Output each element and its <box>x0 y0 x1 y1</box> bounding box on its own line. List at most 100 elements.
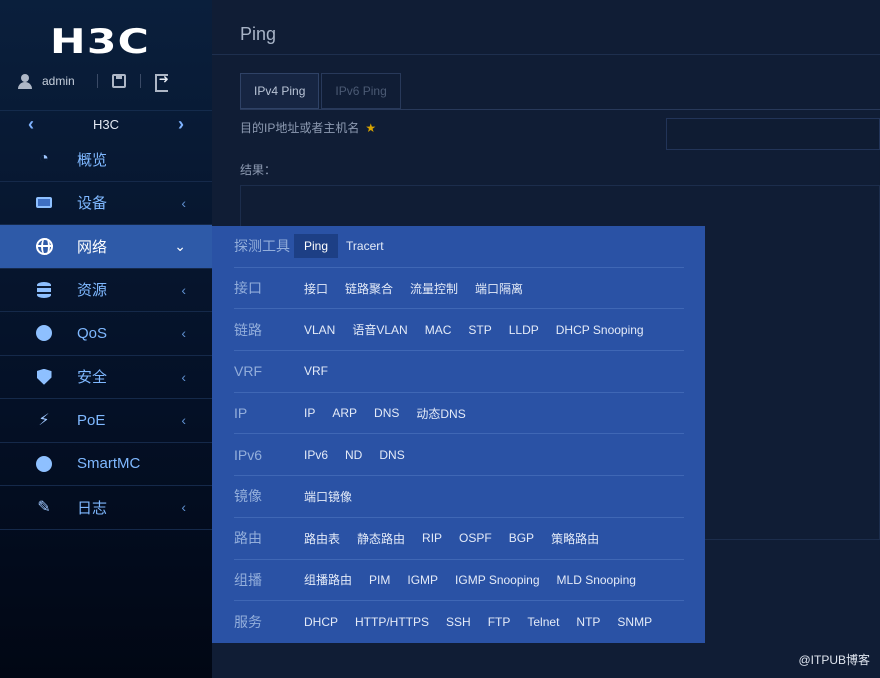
flyout-item[interactable]: IGMP <box>407 573 438 587</box>
sidebar-item-label: SmartMC <box>77 455 141 473</box>
sidebar-item-resource[interactable]: 资源 ‹ <box>0 269 212 312</box>
user-icon <box>18 74 32 89</box>
flyout-category: 组播 <box>234 571 262 588</box>
chevron-right-icon[interactable]: › <box>178 114 184 135</box>
flyout-item[interactable]: HTTP/HTTPS <box>355 615 429 629</box>
flyout-item[interactable]: BGP <box>509 531 534 545</box>
logout-icon[interactable] <box>154 72 169 92</box>
chevron-left-icon[interactable]: ‹ <box>28 114 34 135</box>
tab-ipv6-ping[interactable]: IPv6 Ping <box>321 73 401 109</box>
chevron-left-icon: ‹ <box>181 325 186 342</box>
flyout-item[interactable]: IGMP Snooping <box>455 573 540 587</box>
sidebar-item-label: 安全 <box>77 369 108 387</box>
flyout-item[interactable]: MLD Snooping <box>557 573 636 587</box>
flyout-item-ping[interactable]: Ping <box>294 234 339 259</box>
flyout-row-probe: 探测工具 Ping Tracert <box>234 226 684 268</box>
flyout-item[interactable]: VLAN <box>304 323 335 337</box>
flyout-item[interactable]: DNS <box>374 406 399 420</box>
sidebar-item-network[interactable]: 网络 ⌄ <box>0 225 212 269</box>
flyout-row-vrf: VRF VRF <box>234 351 684 393</box>
flyout-item[interactable]: IPv6 <box>304 448 328 462</box>
flyout-item[interactable]: 端口隔离 <box>475 280 523 297</box>
sidebar-item-smartmc[interactable]: SmartMC <box>0 443 212 486</box>
flyout-item[interactable]: 流量控制 <box>410 280 458 297</box>
required-star-icon: ★ <box>365 121 377 135</box>
flyout-category: VRF <box>234 363 262 380</box>
divider <box>96 74 98 88</box>
flyout-item[interactable]: ARP <box>332 406 357 420</box>
flyout-item[interactable]: DHCP <box>304 615 338 629</box>
flyout-item[interactable]: STP <box>468 323 491 337</box>
sidebar-item-qos[interactable]: QoS ‹ <box>0 312 212 356</box>
flyout-category: 接口 <box>234 280 262 297</box>
sidebar-item-label: 网络 <box>77 238 108 256</box>
sidebar-item-label: QoS <box>77 324 108 342</box>
flyout-item[interactable]: RIP <box>422 531 442 545</box>
device-icon <box>34 193 54 213</box>
sidebar-item-label: 设备 <box>77 195 108 213</box>
tab-ipv4-ping[interactable]: IPv4 Ping <box>240 73 320 109</box>
flyout-item[interactable]: 端口镜像 <box>304 488 352 505</box>
network-flyout-menu: 探测工具 Ping Tracert 接口 接口 链路聚合 流量控制 端口隔离 链… <box>212 226 705 643</box>
flyout-item[interactable]: 静态路由 <box>357 530 405 547</box>
flyout-item[interactable]: DNS <box>379 448 404 462</box>
flyout-item[interactable]: Telnet <box>527 615 559 629</box>
flyout-item[interactable]: VRF <box>304 364 328 378</box>
device-name: H3C <box>92 117 119 132</box>
flyout-item[interactable]: LLDP <box>509 323 539 337</box>
flyout-item[interactable]: 动态DNS <box>416 405 465 422</box>
destination-label: 目的IP地址或者主机名 ★ <box>240 119 376 136</box>
flyout-row-link: 链路 VLAN 语音VLAN MAC STP LLDP DHCP Snoopin… <box>234 309 684 352</box>
device-switcher: ‹ H3C › <box>0 110 212 138</box>
flyout-item[interactable]: NTP <box>576 615 600 629</box>
flyout-item[interactable]: 接口 <box>304 280 328 297</box>
flyout-item[interactable]: ND <box>345 448 362 462</box>
flyout-item[interactable]: SSH <box>446 615 471 629</box>
sidebar-item-security[interactable]: 安全 ‹ <box>0 356 212 399</box>
destination-input[interactable] <box>666 118 880 150</box>
flyout-row-mirror: 镜像 端口镜像 <box>234 476 684 518</box>
sidebar-item-label: 日志 <box>77 499 108 517</box>
flyout-item[interactable]: SNMP <box>617 615 652 629</box>
destination-label-text: 目的IP地址或者主机名 <box>240 121 360 135</box>
chevron-left-icon: ‹ <box>181 281 186 298</box>
flyout-category: 镜像 <box>234 488 262 505</box>
flyout-item[interactable]: FTP <box>488 615 511 629</box>
flyout-item[interactable]: DHCP Snooping <box>556 323 644 337</box>
flyout-category: IP <box>234 405 248 422</box>
username: admin <box>42 74 75 88</box>
flyout-row-ipv6: IPv6 IPv6 ND DNS <box>234 434 684 477</box>
dashboard-icon: ◔ <box>39 150 49 168</box>
flyout-item[interactable]: 语音VLAN <box>352 321 407 338</box>
sidebar-item-label: 概览 <box>77 151 108 169</box>
h3c-logo: H3C <box>50 22 151 62</box>
sidebar-item-label: PoE <box>77 411 106 429</box>
save-icon[interactable] <box>111 74 126 88</box>
flyout-item[interactable]: 策略路由 <box>551 530 599 547</box>
qos-icon <box>34 323 54 343</box>
poe-icon: ⚡ <box>38 412 50 430</box>
flyout-item[interactable]: MAC <box>425 323 452 337</box>
sidebar-item-device[interactable]: 设备 ‹ <box>0 182 212 225</box>
divider <box>212 54 880 55</box>
chevron-left-icon: ‹ <box>181 499 186 516</box>
log-icon: ✎ <box>37 499 51 517</box>
database-icon <box>34 280 54 300</box>
flyout-item[interactable]: IP <box>304 406 315 420</box>
flyout-category: 路由 <box>234 530 262 547</box>
flyout-category: IPv6 <box>234 446 263 463</box>
flyout-row-ip: IP IP ARP DNS 动态DNS <box>234 393 684 435</box>
chevron-left-icon: ‹ <box>181 368 186 385</box>
shield-icon <box>34 367 54 387</box>
flyout-item[interactable]: 组播路由 <box>304 571 352 588</box>
flyout-item[interactable]: 链路聚合 <box>345 280 393 297</box>
flyout-row-interface: 接口 接口 链路聚合 流量控制 端口隔离 <box>234 268 684 310</box>
flyout-item[interactable]: PIM <box>369 573 390 587</box>
flyout-item-tracert[interactable]: Tracert <box>346 239 384 253</box>
sidebar-item-poe[interactable]: ⚡ PoE ‹ <box>0 399 212 443</box>
flyout-item[interactable]: 路由表 <box>304 530 340 547</box>
sidebar-menu: ◔ 概览 设备 ‹ 网络 ⌄ 资源 ‹ QoS ‹ 安全 ‹ ⚡ PoE ‹ S… <box>0 138 212 530</box>
flyout-item[interactable]: OSPF <box>459 531 492 545</box>
sidebar-item-log[interactable]: ✎ 日志 ‹ <box>0 486 212 530</box>
sidebar-item-overview[interactable]: ◔ 概览 <box>0 138 212 182</box>
